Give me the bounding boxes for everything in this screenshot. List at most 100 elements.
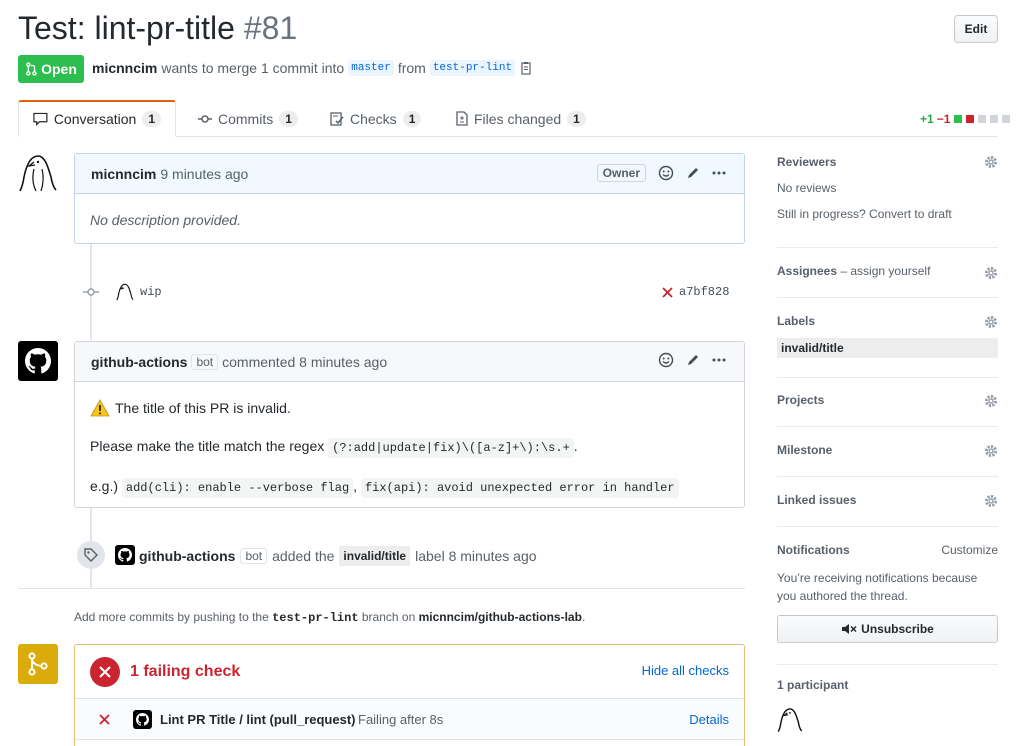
sidebar-title[interactable]: Assignees (777, 264, 837, 278)
sidebar-assignees: Assignees – assign yourself (777, 264, 998, 298)
x-fail-icon[interactable] (662, 287, 673, 298)
gear-icon[interactable] (984, 444, 998, 458)
tab-label: Commits (218, 110, 274, 127)
comment-header: micnncim 9 minutes ago Owner (75, 154, 744, 194)
avatar-penguin-icon[interactable] (777, 706, 803, 734)
gear-icon[interactable] (984, 494, 998, 508)
unsubscribe-button[interactable]: Unsubscribe (777, 615, 998, 643)
avatar-penguin-icon[interactable] (116, 282, 134, 302)
sidebar-title[interactable]: Milestone (777, 443, 998, 457)
comment-author[interactable]: micnncim (91, 166, 156, 182)
event-author[interactable]: github-actions (139, 548, 235, 564)
tab-counter: 1 (402, 110, 422, 127)
owner-badge: Owner (596, 164, 646, 182)
comment-box: github-actions bot commented 8 minutes a… (74, 341, 745, 508)
checks-summary: 1 failing check (130, 663, 241, 680)
base-branch[interactable]: master (348, 60, 394, 76)
comment-time[interactable]: 9 minutes ago (160, 166, 248, 182)
comment-actions: Owner (596, 164, 726, 182)
avatar-github-actions[interactable] (115, 545, 135, 565)
sidebar-title[interactable]: Reviewers (777, 155, 998, 169)
kebab-horizontal-icon[interactable] (712, 171, 726, 175)
merge-text: wants to merge 1 commit into (161, 60, 345, 76)
diffstat-block (1002, 115, 1011, 123)
label-pill[interactable]: invalid/title (339, 546, 411, 566)
merge-status-badge (18, 644, 58, 684)
customize-link[interactable]: Customize (941, 543, 998, 557)
example-code: fix(api): avoid unexpected error in hand… (360, 478, 679, 498)
tab-label: Checks (350, 110, 397, 127)
smiley-icon[interactable] (658, 165, 674, 181)
merge-meta: micnncim wants to merge 1 commit into ma… (92, 60, 533, 76)
sidebar-title[interactable]: Linked issues (777, 493, 998, 507)
sidebar-title[interactable]: Projects (777, 393, 998, 407)
check-name: Lint PR Title / lint (pull_request) (160, 712, 356, 727)
tab-counter: 1 (142, 111, 161, 127)
commit-message[interactable]: wip (140, 285, 162, 299)
edit-button[interactable]: Edit (954, 15, 998, 43)
check-row: Lint PR Title / lint (pull_request) Fail… (75, 698, 744, 740)
kebab-horizontal-icon[interactable] (712, 358, 726, 362)
sidebar-title[interactable]: Labels (777, 314, 998, 328)
x-icon (99, 666, 111, 678)
tab-counter: 1 (279, 110, 298, 127)
checks-box: 1 failing check Hide all checks Lint PR … (74, 644, 745, 746)
diffstat-block (978, 115, 987, 123)
gear-icon[interactable] (984, 155, 998, 169)
avatar-penguin-icon[interactable] (18, 153, 58, 193)
label-event: github-actions bot added the invalid/tit… (139, 546, 537, 566)
assign-yourself-link[interactable]: – assign yourself (840, 264, 930, 278)
sidebar-milestone: Milestone (777, 443, 998, 477)
check-status: Failing after 8s (358, 712, 444, 727)
smiley-icon[interactable] (658, 352, 674, 368)
pencil-icon[interactable] (686, 353, 700, 367)
gear-icon[interactable] (984, 315, 998, 329)
fail-circle (90, 657, 120, 687)
tab-label: Files changed (474, 110, 562, 127)
check-app-avatar (133, 710, 152, 729)
event-text[interactable]: label 8 minutes ago (415, 548, 536, 564)
github-mark-icon (25, 348, 51, 374)
copy-icon[interactable] (519, 61, 533, 75)
author-link[interactable]: micnncim (92, 60, 157, 76)
push-hint-text: branch on (361, 610, 416, 624)
head-branch[interactable]: test-pr-lint (429, 60, 516, 76)
tag-icon (84, 548, 98, 562)
gear-icon[interactable] (984, 394, 998, 408)
commit-sha[interactable]: a7bf828 (679, 285, 729, 299)
tab-commits[interactable]: Commits 1 (184, 100, 312, 137)
comment-text: . (573, 438, 578, 454)
comment-author[interactable]: github-actions (91, 354, 187, 370)
example-code: add(cli): enable --verbose flag (121, 478, 354, 498)
github-mark-icon (118, 548, 132, 562)
push-hint-text: Add more commits by pushing to the (74, 610, 269, 624)
bot-badge: bot (191, 353, 219, 370)
file-diff-icon (456, 111, 468, 126)
merge-text-from: from (397, 60, 426, 76)
check-details-link[interactable]: Details (689, 712, 729, 727)
push-hint-repo[interactable]: micnncim/github-actions-lab (419, 610, 582, 624)
diffstat-block (954, 115, 963, 123)
comment-text: Please make the title match the regex (90, 438, 325, 454)
gear-icon[interactable] (984, 266, 998, 280)
tab-checks[interactable]: Checks 1 (316, 100, 435, 137)
sidebar-labels: Labels invalid/title (777, 314, 998, 378)
commit-icon (198, 114, 212, 123)
tab-files-changed[interactable]: Files changed 1 (442, 100, 600, 137)
sidebar-notifications: Notifications Customize You’re receiving… (777, 543, 998, 665)
diffstat-deletions: −1 (936, 112, 951, 126)
x-fail-icon (99, 714, 110, 725)
tab-conversation[interactable]: Conversation 1 (18, 100, 176, 137)
push-hint-text: . (581, 610, 586, 624)
hide-checks-link[interactable]: Hide all checks (642, 663, 729, 678)
avatar-github-actions[interactable] (18, 341, 58, 381)
comment-text: , (353, 478, 358, 494)
tab-label: Conversation (53, 111, 137, 127)
comment-line: The title of this PR is invalid. (90, 398, 729, 418)
mute-icon (842, 624, 857, 634)
convert-draft-link[interactable]: Still in progress? Convert to draft (777, 207, 998, 221)
sidebar-label-pill[interactable]: invalid/title (777, 338, 998, 358)
push-hint-branch: test-pr-lint (272, 611, 359, 625)
participants-title: 1 participant (777, 678, 849, 692)
pencil-icon[interactable] (686, 166, 700, 180)
